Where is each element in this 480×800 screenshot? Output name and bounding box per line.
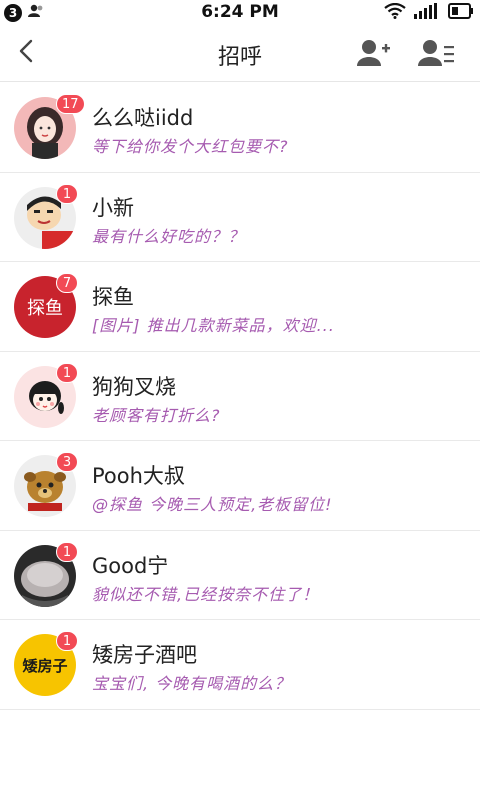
unread-badge: 17 xyxy=(56,94,85,114)
wifi-icon xyxy=(384,2,406,23)
chat-name: 矮房子酒吧 xyxy=(92,643,197,667)
chat-name: 小新 xyxy=(92,195,134,220)
contacts-list-icon xyxy=(416,40,456,72)
chat-list-item[interactable]: 1 狗狗叉烧 老顾客有打折么? xyxy=(0,352,480,441)
chat-name: 探鱼 xyxy=(92,285,134,309)
chat-list-item[interactable]: 17 么么哒iidd 等下给你发个大红包要不? xyxy=(0,83,480,173)
chat-preview: @探鱼 今晚三人预定,老板留位! xyxy=(92,495,333,514)
chat-list-item[interactable]: 矮房子 1 矮房子酒吧 宝宝们, 今晚有喝酒的么？ xyxy=(0,620,480,710)
chat-name: 么么哒iidd xyxy=(92,106,194,130)
battery-icon xyxy=(448,3,474,23)
chat-preview: [图片] 推出几款新菜品，欢迎... xyxy=(92,316,335,335)
svg-text:矮房子: 矮房子 xyxy=(22,657,67,675)
chat-preview: 老顾客有打折么? xyxy=(92,405,221,425)
contacts-list-button[interactable] xyxy=(416,38,456,68)
chat-list-item[interactable]: 探鱼 7 探鱼 [图片] 推出几款新菜品，欢迎... xyxy=(0,262,480,352)
back-button[interactable] xyxy=(12,38,40,68)
chat-list: 17 么么哒iidd 等下给你发个大红包要不? 1 小新 最有什么好吃的？？ 探… xyxy=(0,83,480,710)
add-user-icon xyxy=(356,40,392,72)
divider xyxy=(0,708,480,710)
svg-text:探鱼: 探鱼 xyxy=(27,298,63,319)
add-friend-button[interactable] xyxy=(356,38,392,68)
chevron-left-icon xyxy=(18,39,34,67)
unread-badge: 1 xyxy=(56,541,78,562)
page-title: 招呼 xyxy=(217,45,262,70)
chat-name: Pooh大叔 xyxy=(92,464,185,488)
status-bar: 3 6:24 PM xyxy=(0,0,480,24)
chat-preview: 最有什么好吃的？？ xyxy=(92,226,246,246)
header-bar: 招呼 xyxy=(0,24,480,82)
chat-name: Good宁 xyxy=(92,553,169,578)
unread-badge: 3 xyxy=(56,452,78,472)
chat-list-item[interactable]: 1 小新 最有什么好吃的？？ xyxy=(0,173,480,262)
unread-badge: 1 xyxy=(56,362,78,383)
chat-name: 狗狗叉烧 xyxy=(92,374,176,399)
unread-badge: 1 xyxy=(56,183,78,204)
chat-preview: 等下给你发个大红包要不? xyxy=(92,137,289,156)
chat-preview: 貌似还不错,已经按奈不住了！ xyxy=(92,584,320,604)
signal-icon xyxy=(414,3,440,23)
unread-badge: 7 xyxy=(56,273,78,293)
chat-list-item[interactable]: 3 Pooh大叔 @探鱼 今晚三人预定,老板留位! xyxy=(0,441,480,531)
chat-list-item[interactable]: 1 Good宁 貌似还不错,已经按奈不住了！ xyxy=(0,531,480,620)
chat-preview: 宝宝们, 今晚有喝酒的么？ xyxy=(92,674,292,693)
unread-badge: 1 xyxy=(56,631,78,651)
